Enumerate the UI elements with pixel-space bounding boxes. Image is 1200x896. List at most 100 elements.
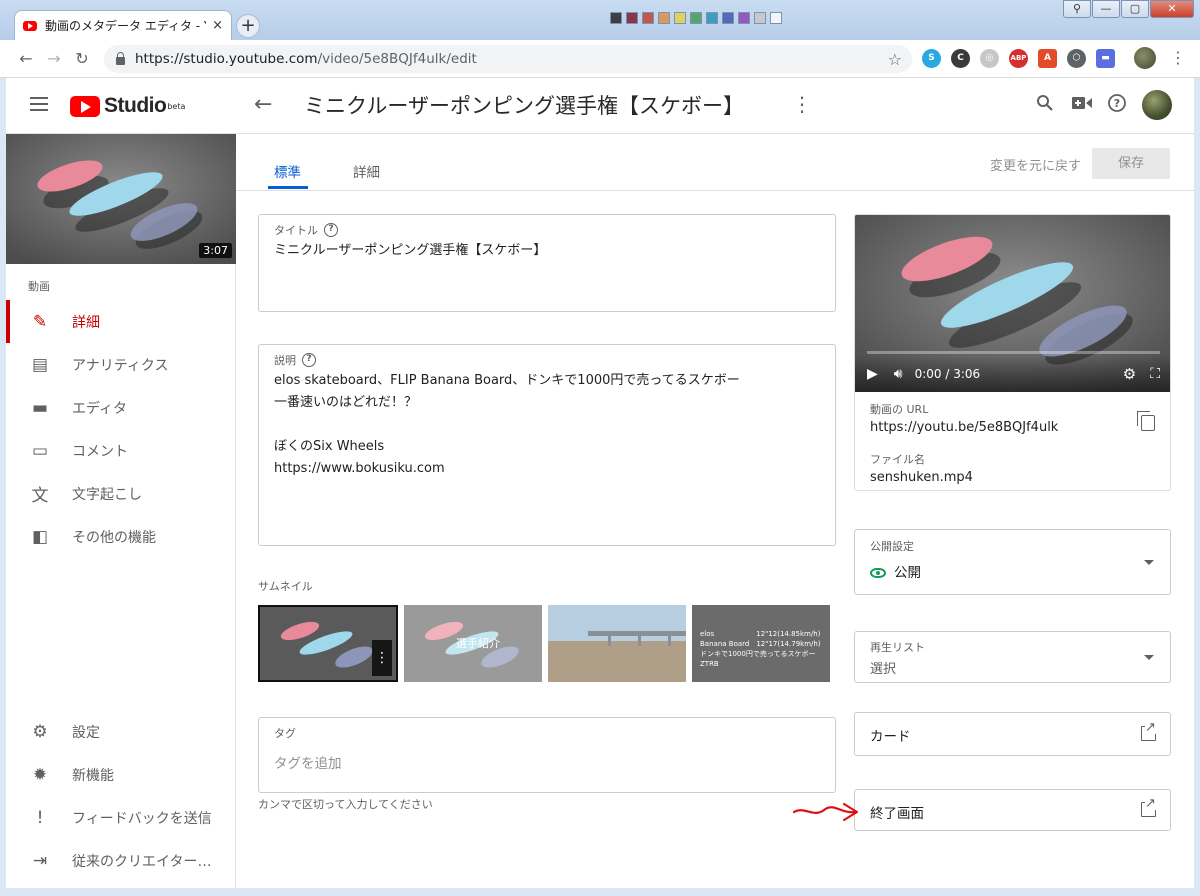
back-arrow-icon[interactable]: ← xyxy=(254,92,272,117)
extension-c-icon[interactable]: C xyxy=(951,49,970,68)
adblock-plus-icon[interactable]: ABP xyxy=(1009,49,1028,68)
chevron-down-icon xyxy=(1144,560,1154,565)
browser-titlebar: 動画のメタデータ エディタ - Yo × + ⚲ — ▢ ✕ xyxy=(0,0,1200,40)
color-swatch xyxy=(738,12,750,24)
lock-icon xyxy=(116,51,125,65)
playlist-value: 選択 xyxy=(870,662,897,677)
color-swatch xyxy=(770,12,782,24)
sidebar-item-label: 新機能 xyxy=(72,767,114,784)
thumbnail-image xyxy=(548,605,686,682)
end-screen-button[interactable]: 終了画面 xyxy=(854,789,1171,831)
settings-gear-icon[interactable]: ⚙ xyxy=(1123,365,1136,383)
exit-icon: ⇥ xyxy=(32,850,48,871)
playlist-select[interactable]: 再生リスト 選択 xyxy=(854,631,1171,683)
details-tabs: 標準 詳細 変更を元に戻す 保存 xyxy=(236,134,1194,191)
visibility-select[interactable]: 公開設定 公開 xyxy=(854,529,1171,595)
skype-extension-icon[interactable]: S xyxy=(922,49,941,68)
file-name-value: senshuken.mp4 xyxy=(870,470,973,485)
thumbnail-options-icon[interactable]: ⋮ xyxy=(372,640,392,676)
color-swatch xyxy=(610,12,622,24)
title-field[interactable]: タイトル? ミニクルーザーポンピング選手権【スケボー】 xyxy=(258,214,836,312)
sidebar-item-whats-new[interactable]: ✹ 新機能 xyxy=(6,753,236,796)
video-progress-bar[interactable] xyxy=(867,351,1160,354)
play-icon[interactable]: ▶ xyxy=(867,366,878,382)
window-minimize-button[interactable]: — xyxy=(1092,0,1120,18)
browser-tab[interactable]: 動画のメタデータ エディタ - Yo × xyxy=(14,10,232,40)
address-bar[interactable]: https://studio.youtube.com/video/5e8BQJf… xyxy=(104,45,912,73)
tags-field[interactable]: タグ タグを追加 xyxy=(258,717,836,793)
color-swatch xyxy=(706,12,718,24)
thumbnail-option-2[interactable]: 選手紹介 xyxy=(404,605,542,682)
chat-extension-icon[interactable]: ▬ xyxy=(1096,49,1115,68)
extension-hex-icon[interactable]: ⬡ xyxy=(1067,49,1086,68)
title-label-text: タイトル xyxy=(274,224,318,237)
color-swatch xyxy=(626,12,638,24)
pdf-extension-icon[interactable]: A xyxy=(1038,49,1057,68)
extension-gray-icon[interactable]: ◎ xyxy=(980,49,999,68)
youtube-favicon-icon xyxy=(23,20,37,31)
forward-arrow-icon[interactable]: → xyxy=(40,49,68,68)
youtube-play-icon xyxy=(70,95,100,117)
title-field-label: タイトル? xyxy=(274,222,338,238)
undo-changes-button[interactable]: 変更を元に戻す xyxy=(990,155,1081,174)
reload-icon[interactable]: ↻ xyxy=(68,49,96,68)
sidebar-item-comments[interactable]: ▭ コメント xyxy=(6,429,236,472)
bookmark-star-icon[interactable]: ☆ xyxy=(888,50,902,69)
sidebar-item-settings[interactable]: ⚙ 設定 xyxy=(6,710,236,753)
feedback-icon: ! xyxy=(36,807,44,828)
browser-menu-icon[interactable]: ⋮ xyxy=(1170,48,1186,67)
copy-icon[interactable] xyxy=(1137,411,1155,431)
thumbnail-text-line: elos 12"12(14.85km/h) xyxy=(700,630,821,638)
window-pin-button[interactable]: ⚲ xyxy=(1063,0,1091,18)
hamburger-menu-icon[interactable] xyxy=(30,97,48,111)
sidebar-item-editor[interactable]: ▬ エディタ xyxy=(6,386,236,429)
thumbnail-option-selected[interactable]: ⋮ xyxy=(258,605,398,682)
search-icon[interactable] xyxy=(1036,94,1054,112)
sidebar-item-analytics[interactable]: ▤ アナリティクス xyxy=(6,343,236,386)
sidebar-item-label: コメント xyxy=(72,443,128,460)
video-url-link[interactable]: https://youtu.be/5e8BQJf4ulk xyxy=(870,420,1058,435)
window-close-button[interactable]: ✕ xyxy=(1150,0,1194,18)
description-field[interactable]: 説明? elos skateboard、FLIP Banana Board、ドン… xyxy=(258,344,836,546)
account-avatar[interactable] xyxy=(1142,90,1172,120)
comment-icon: ▭ xyxy=(31,440,49,461)
gear-icon: ⚙ xyxy=(32,721,48,742)
tab-advanced[interactable]: 詳細 xyxy=(353,161,380,181)
create-video-icon[interactable] xyxy=(1072,96,1092,110)
cards-button[interactable]: カード xyxy=(854,712,1171,756)
youtube-studio-logo[interactable]: Studio beta xyxy=(70,94,185,118)
new-badge-icon: ✹ xyxy=(32,764,48,785)
back-arrow-icon[interactable]: ← xyxy=(12,49,40,68)
sidebar-item-feedback[interactable]: ! フィードバックを送信 xyxy=(6,796,236,839)
sidebar-item-other-features[interactable]: ◧ その他の機能 xyxy=(6,515,236,558)
tags-input[interactable]: タグを追加 xyxy=(274,753,342,775)
tab-close-icon[interactable]: × xyxy=(212,18,223,33)
thumbnail-option-3[interactable] xyxy=(548,605,686,682)
browser-toolbar: ← → ↻ https://studio.youtube.com/video/5… xyxy=(0,40,1200,78)
description-input[interactable]: elos skateboard、FLIP Banana Board、ドンキで10… xyxy=(274,370,740,480)
sidebar-item-label: フィードバックを送信 xyxy=(72,810,212,827)
video-time: 0:00 / 3:06 xyxy=(914,367,981,381)
red-arrow-annotation xyxy=(792,802,859,822)
tab-basic[interactable]: 標準 xyxy=(274,161,301,181)
fullscreen-icon[interactable]: ⛶ xyxy=(1150,366,1160,382)
video-thumbnail[interactable]: 3:07 xyxy=(6,134,236,264)
video-player[interactable]: ▶ 🔊︎ 0:00 / 3:06 ⚙ ⛶ xyxy=(855,215,1170,392)
tags-helper-text: カンマで区切って入力してください xyxy=(258,798,433,811)
window-maximize-button[interactable]: ▢ xyxy=(1121,0,1149,18)
file-name-label: ファイル名 xyxy=(870,453,925,466)
help-question-icon[interactable]: ? xyxy=(324,223,338,237)
sidebar-item-classic-studio[interactable]: ⇥ 従来のクリエイター… xyxy=(6,839,236,882)
sidebar-item-details[interactable]: ✎ 詳細 xyxy=(6,300,236,343)
save-button[interactable]: 保存 xyxy=(1092,148,1170,179)
title-input[interactable]: ミニクルーザーポンピング選手権【スケボー】 xyxy=(274,240,546,262)
sidebar-item-transcription[interactable]: 文 文字起こし xyxy=(6,472,236,515)
help-icon[interactable]: ? xyxy=(1108,94,1126,112)
thumbnail-option-4[interactable]: elos 12"12(14.85km/h) Banana Board 12"17… xyxy=(692,605,830,682)
more-vert-icon[interactable]: ⋮ xyxy=(792,92,812,116)
browser-profile-avatar[interactable] xyxy=(1134,47,1156,69)
help-question-icon[interactable]: ? xyxy=(302,353,316,367)
new-tab-button[interactable]: + xyxy=(236,14,260,38)
volume-icon[interactable]: 🔊︎ xyxy=(894,366,903,382)
sidebar-item-label: 詳細 xyxy=(72,314,100,331)
